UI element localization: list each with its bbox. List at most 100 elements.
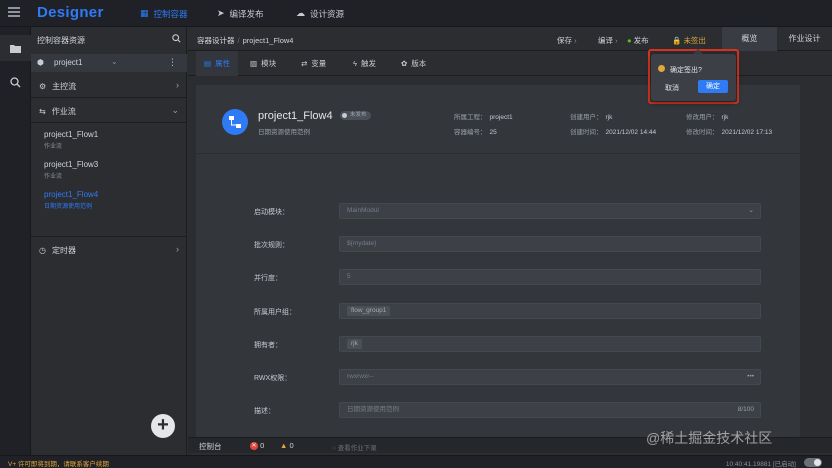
- project-selector[interactable]: ⬢ project1 ⌄ ⋮: [31, 54, 187, 72]
- tab-overview[interactable]: 概览: [722, 27, 777, 51]
- flow-icon: ⇆: [39, 106, 46, 116]
- group-label: 所属用户组：: [254, 309, 296, 316]
- divider: [31, 122, 187, 123]
- flow-logo: [222, 109, 248, 135]
- save-button[interactable]: 保存 ›: [557, 35, 577, 46]
- cancel-button[interactable]: 取消: [665, 83, 679, 93]
- clock-icon: ◷: [39, 245, 46, 255]
- meta-modifier: 修改用户： rjk: [686, 114, 729, 121]
- folder-icon: [10, 44, 21, 53]
- error-icon: ✕: [250, 442, 258, 451]
- group-field[interactable]: flow_group1: [339, 303, 761, 319]
- meta-container: 容器编号： 25: [454, 129, 497, 136]
- icon-rail: [0, 27, 31, 455]
- status-info: 10:40:41.19881 [已启动]: [725, 461, 796, 468]
- parallel-field[interactable]: 5: [339, 269, 761, 285]
- owner-label: 拥有者：: [254, 342, 282, 349]
- chevron-right-icon: ›: [176, 80, 179, 90]
- sidebar-item-main-flow[interactable]: ⚙ 主控流 ›: [31, 76, 187, 96]
- tab-variables[interactable]: ⇄ 变量: [301, 51, 326, 76]
- chevron-down-icon: ⌄: [171, 105, 179, 115]
- checkout-button[interactable]: 🔒 未签出: [672, 35, 706, 46]
- more-icon[interactable]: ⋮: [168, 57, 177, 68]
- parallel-label: 并行度：: [254, 275, 282, 282]
- license-warning: V+ 许可即将到期，请联系客户续期: [8, 461, 109, 468]
- nav-design-resources[interactable]: ☁ 设计资源: [296, 0, 344, 27]
- nav-control-container[interactable]: ▦ 控制容器: [140, 0, 188, 27]
- error-count[interactable]: ✕ 0: [250, 441, 264, 451]
- flow-diagram-icon: [229, 116, 241, 128]
- start-module-select[interactable]: MainModul ⌄: [339, 203, 761, 219]
- status-bar: V+ 许可即将到期，请联系客户续期 10:40:41.19881 [已启动]: [0, 455, 832, 468]
- hub-icon: ⚙: [39, 81, 47, 91]
- sidebar-item-timer[interactable]: ◷ 定时器 ›: [31, 240, 187, 260]
- description-label: 描述：: [254, 408, 275, 415]
- divider: [31, 236, 187, 237]
- divider: [31, 97, 187, 98]
- add-button[interactable]: +: [151, 414, 175, 438]
- rwx-label: RWX权限：: [254, 375, 292, 382]
- batch-rule-label: 批次规则：: [254, 242, 289, 249]
- watermark: @稀土掘金技术社区: [646, 430, 773, 446]
- status-badge: 未发布: [340, 111, 371, 120]
- variable-icon: ⇄: [301, 59, 308, 68]
- menu-icon[interactable]: [8, 7, 20, 17]
- lock-icon: 🔒: [672, 36, 682, 45]
- compile-button[interactable]: 编译 ›: [598, 35, 618, 46]
- tab-triggers[interactable]: ϟ 触发: [353, 51, 376, 76]
- warning-icon: ▲: [280, 441, 288, 450]
- publish-button[interactable]: ● 发布: [627, 35, 649, 46]
- paw-icon: ✿: [401, 59, 408, 68]
- more-horizontal-icon[interactable]: •••: [747, 370, 754, 384]
- nav-compile-publish[interactable]: ➤ 编译发布: [217, 0, 264, 27]
- breadcrumb: 容器设计器 / project1_Flow4: [197, 36, 294, 45]
- send-icon: ➤: [217, 8, 225, 18]
- owner-field[interactable]: rjk: [339, 336, 761, 352]
- chevron-right-icon: ›: [176, 244, 179, 254]
- tab-job-design[interactable]: 作业设计: [777, 27, 832, 51]
- tab-properties[interactable]: ▤ 属性: [196, 51, 239, 76]
- question-icon: [658, 65, 665, 72]
- tab-modules[interactable]: ▨ 模块: [250, 51, 276, 76]
- grid-icon: ▦: [140, 8, 149, 18]
- search-icon: [10, 76, 21, 87]
- chevron-down-icon: ⌄: [748, 207, 754, 214]
- console-label[interactable]: 控制台: [199, 441, 222, 452]
- popconfirm-title: 确定签出?: [670, 67, 702, 74]
- divider: [196, 153, 800, 154]
- sidebar: 控制容器资源 ⬢ project1 ⌄ ⋮ ⚙ 主控流 › ⇆ 作业流 ⌄ pr…: [31, 27, 187, 455]
- rail-folder[interactable]: [0, 35, 31, 61]
- description-field[interactable]: 日期资源使用范例 8/100: [339, 402, 761, 418]
- image-icon: ▨: [250, 59, 258, 68]
- char-count: 8/100: [737, 406, 754, 413]
- batch-rule-field[interactable]: ${mydate}: [339, 236, 761, 252]
- start-module-label: 启动模块：: [254, 209, 289, 216]
- search-icon: [172, 34, 181, 43]
- circle-icon: ○: [332, 445, 336, 452]
- lightning-icon: ϟ: [353, 59, 357, 68]
- console-filter[interactable]: ○ 查看作业下录: [332, 442, 377, 452]
- meta-creator: 创建用户： rjk: [570, 114, 613, 121]
- meta-project: 所属工程： project1: [454, 114, 513, 121]
- warning-count[interactable]: ▲ 0: [280, 441, 294, 450]
- rail-search[interactable]: [0, 69, 31, 95]
- designer-header: 容器设计器 / project1_Flow4 保存 › 编译 › ● 发布 🔒 未签…: [188, 27, 832, 51]
- flow-item[interactable]: project1_Flow1 作业流: [44, 130, 98, 150]
- flow-item[interactable]: project1_Flow3 作业流: [44, 160, 98, 180]
- flow-title: project1_Flow4: [258, 110, 333, 122]
- cube-icon: ⬢: [37, 58, 44, 67]
- theme-toggle[interactable]: [804, 458, 822, 467]
- flow-detail-card: project1_Flow4 未发布 日期资源使用范例 所属工程： project…: [196, 85, 800, 437]
- brand-logo: Designer: [37, 4, 104, 21]
- checkout-popconfirm: 确定签出? 取消 确定: [651, 54, 736, 101]
- sidebar-search-button[interactable]: [172, 34, 181, 45]
- flow-item-selected[interactable]: project1_Flow4 日期资源使用范例: [44, 190, 98, 210]
- confirm-button[interactable]: 确定: [698, 80, 728, 93]
- project-name: project1: [54, 58, 83, 67]
- top-bar: Designer ▦ 控制容器 ➤ 编译发布 ☁ 设计资源: [0, 0, 832, 27]
- rwx-field[interactable]: rwxrwxr-- •••: [339, 369, 761, 385]
- list-icon: ▤: [204, 59, 212, 68]
- sidebar-title: 控制容器资源: [37, 36, 85, 45]
- sidebar-item-job-flow[interactable]: ⇆ 作业流 ⌄: [31, 101, 187, 121]
- tab-versions[interactable]: ✿ 版本: [401, 51, 426, 76]
